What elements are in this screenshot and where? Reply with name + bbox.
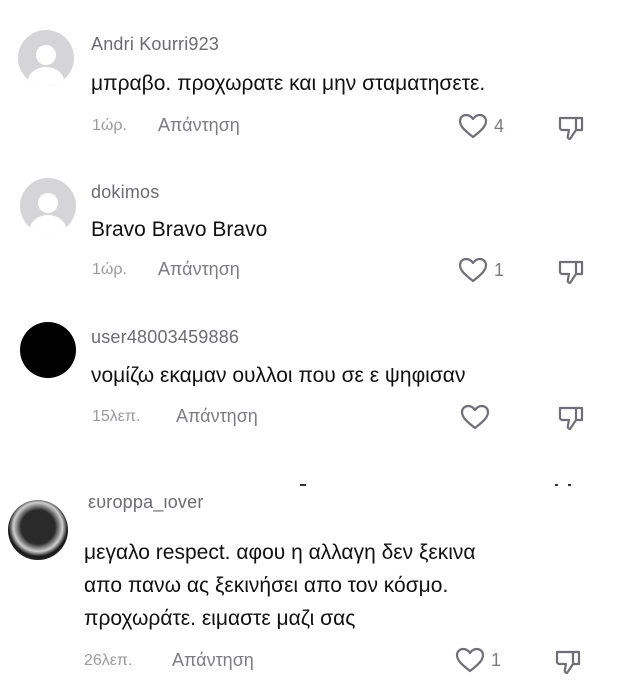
like-count: 1: [491, 649, 502, 670]
like-button[interactable]: 1: [458, 257, 504, 283]
thumbs-down-icon: [556, 260, 586, 290]
comment-time: 1ώρ.: [92, 261, 127, 278]
comment-time: 15λεπ.: [92, 408, 141, 425]
black-avatar[interactable]: [20, 322, 76, 378]
comment-text: μπραβο. προχωρατε και μην σταματησετε.: [91, 72, 486, 95]
comment-username[interactable]: user48003459886: [91, 327, 239, 348]
like-button[interactable]: [460, 404, 496, 430]
comment-time: 1ώρ.: [92, 117, 127, 134]
comment-3: user48003459886 νομίζω εκαμαν ουλλοι που…: [0, 300, 617, 450]
dislike-button[interactable]: [556, 402, 586, 437]
heart-outline-icon: [455, 647, 485, 673]
comment-1: Andri Kourri923 μπραβο. προχωρατε και μη…: [0, 0, 617, 150]
like-count: 1: [494, 259, 505, 280]
comment-text-line: απο πανω ας ξεκινήσει απο τον κόσμο.: [84, 574, 449, 597]
reply-button[interactable]: Απάντηση: [158, 259, 240, 280]
comment-username[interactable]: ευroppa_lover: [88, 498, 204, 513]
like-button[interactable]: 4: [458, 113, 504, 139]
like-count: 4: [494, 115, 505, 136]
heart-outline-icon: [460, 404, 490, 430]
reply-button[interactable]: Απάντηση: [176, 406, 258, 427]
comment-username[interactable]: dokimos: [91, 182, 159, 203]
comment-text-line: μεγαλο respect. αφου η αλλαγη δεν ξεκινα: [84, 541, 476, 564]
comment-text: μεγαλο respect. αφου η αλλαγη δεν ξεκινα…: [84, 536, 476, 635]
comment-username[interactable]: Andri Kourri923: [91, 34, 219, 55]
dislike-button[interactable]: [556, 256, 586, 291]
comment-text-line: προχωράτε. ειμαστε μαζι σας: [84, 607, 356, 630]
like-button[interactable]: 1: [455, 647, 501, 673]
dislike-button[interactable]: [556, 112, 586, 147]
thumbs-down-icon: [553, 650, 583, 680]
reply-button[interactable]: Απάντηση: [158, 115, 240, 136]
thumbs-down-icon: [556, 116, 586, 146]
default-avatar[interactable]: [20, 178, 76, 234]
comment-text: Bravo Bravo Bravo: [91, 218, 268, 241]
heart-outline-icon: [458, 113, 488, 139]
reply-button[interactable]: Απάντηση: [172, 650, 254, 671]
crop-artifact: [568, 484, 571, 486]
crop-artifact: [300, 484, 306, 486]
comment-4: ευroppa_lover μεγαλο respect. αφου η αλλ…: [0, 498, 617, 693]
comment-2: dokimos Bravo Bravo Bravo 1ώρ. Απάντηση …: [0, 150, 617, 300]
comment-text: νομίζω εκαμαν ουλλοι που σε ε ψηφισαν: [91, 364, 466, 387]
thumbs-down-icon: [556, 406, 586, 436]
crop-artifact: [555, 484, 558, 486]
dislike-button[interactable]: [553, 646, 583, 681]
comment-time: 26λεπ.: [84, 652, 133, 669]
photo-avatar[interactable]: [8, 500, 68, 560]
heart-outline-icon: [458, 257, 488, 283]
default-avatar[interactable]: [18, 30, 74, 86]
